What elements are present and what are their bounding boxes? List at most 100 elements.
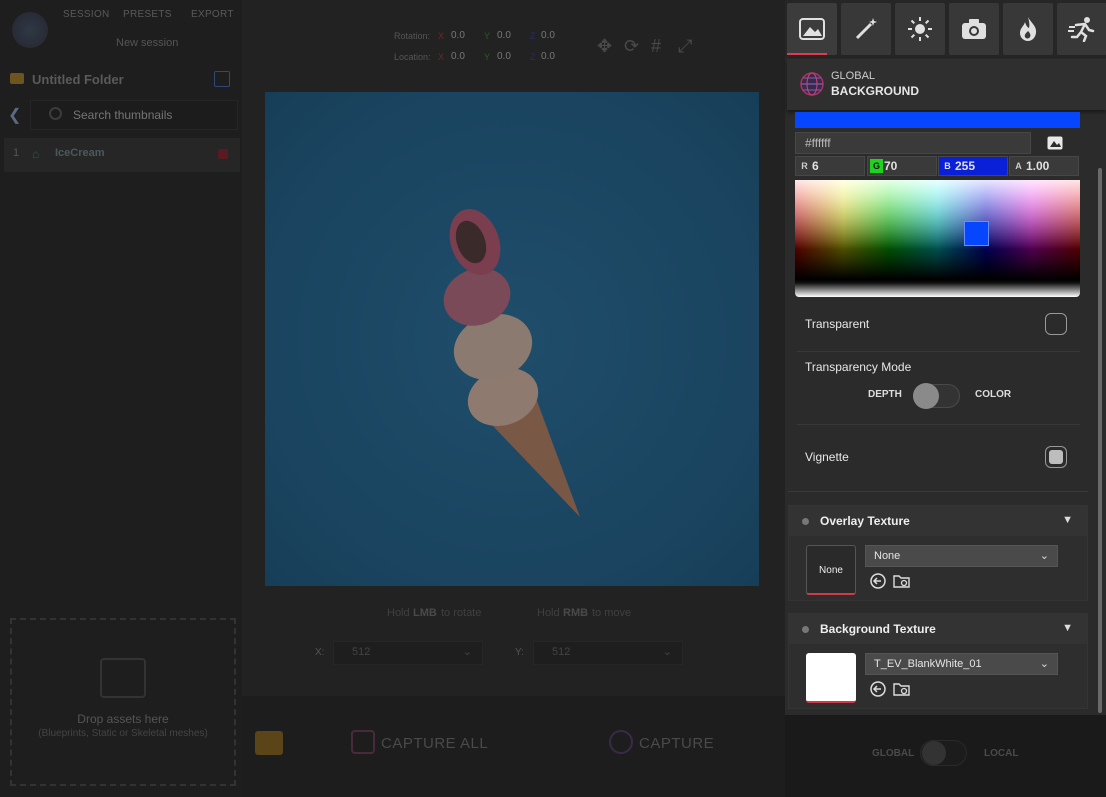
status-dot [802,518,809,525]
house-icon: ⌂ [32,147,40,161]
delete-icon[interactable] [218,149,228,159]
mode-depth-label: DEPTH [868,389,902,400]
grid-icon[interactable]: # [651,36,661,57]
reset-arrow-icon[interactable] [869,680,887,698]
back-arrow-icon[interactable]: ❮ [8,105,21,125]
search-row: ❮ [0,100,242,130]
move-hint-key: RMB [563,607,589,619]
x-res-label: X: [315,647,325,658]
vignette-label: Vignette [805,450,849,464]
blue-channel-field[interactable]: B 255 [938,156,1008,176]
scope-local-label: LOCAL [984,748,1019,759]
location-y-label: Y [484,52,491,62]
edit-icon[interactable] [214,71,230,87]
location-x[interactable]: 0.0 [451,51,465,62]
y-resolution-select[interactable]: 512 ⌄ [533,641,683,665]
dropzone-title: Drop assets here [77,712,169,726]
rotation-y[interactable]: 0.0 [497,30,511,41]
globe-icon [800,72,824,96]
x-resolution-select[interactable]: 512 ⌄ [333,641,483,665]
alpha-channel-field[interactable]: A 1.00 [1009,156,1079,176]
chevron-down-icon: ⌄ [462,646,472,658]
tab-lighting[interactable] [895,3,945,55]
folder-row[interactable]: Untitled Folder [0,66,242,92]
overlay-thumbnail-label: None [819,565,843,576]
rotation-label: Rotation: [394,31,431,41]
background-texture-header[interactable]: Background Texture ▼ [789,614,1087,644]
list-item-index: 1 [13,147,20,159]
browse-folder-icon[interactable] [893,572,911,590]
tab-background[interactable] [787,3,837,55]
tab-fire[interactable] [1003,3,1053,55]
vignette-checkbox[interactable] [1045,446,1067,468]
capture-all-button[interactable]: CAPTURE ALL [381,735,488,752]
tab-animation[interactable] [1057,3,1106,55]
folder-icon[interactable] [255,731,283,755]
fullscreen-icon[interactable]: ⤢ [678,36,692,57]
scope-switch-knob[interactable] [922,741,946,765]
location-z[interactable]: 0.0 [541,51,555,62]
search-input[interactable] [73,108,223,122]
session-name[interactable]: New session [116,37,178,49]
eyedropper-button[interactable] [1040,132,1070,154]
active-tab-indicator [787,53,827,55]
search-box [30,100,238,130]
background-texture-thumbnail[interactable] [806,653,856,703]
section-header: GLOBAL BACKGROUND [787,59,1106,110]
image-icon [799,18,825,40]
tab-effects[interactable] [841,3,891,55]
red-channel-field[interactable]: R 6 [795,156,865,176]
rotation-x[interactable]: 0.0 [451,30,465,41]
red-channel-tag: R [801,161,808,171]
preview-viewport[interactable] [265,92,759,586]
rotate-icon[interactable]: ⟳ [624,36,639,57]
overlay-texture-thumbnail[interactable]: None [806,545,856,595]
reset-arrow-icon[interactable] [869,572,887,590]
overlay-dropdown-value: None [874,550,901,562]
transparency-mode-knob[interactable] [913,383,939,409]
fire-icon [1020,17,1037,41]
capture-all-icon [351,730,375,754]
dropzone-subtitle: (Blueprints, Static or Skeletal meshes) [38,728,208,739]
hex-input[interactable] [796,133,1030,153]
location-y[interactable]: 0.0 [497,51,511,62]
color-spectrum-picker[interactable] [795,180,1080,297]
list-item[interactable]: 1 ⌂ IceCream [4,138,240,172]
chevron-down-icon: ⌄ [1039,550,1049,562]
upload-icon [100,658,146,698]
overlay-texture-header[interactable]: Overlay Texture ▼ [789,506,1087,536]
browse-folder-icon[interactable] [893,680,911,698]
green-channel-field[interactable]: G 70 [867,156,937,176]
rotation-z-label: Z [530,31,536,41]
menu-session[interactable]: SESSION [63,9,110,20]
rotation-z[interactable]: 0.0 [541,30,555,41]
location-z-label: Z [530,52,536,62]
rotation-x-label: X [438,31,445,41]
camera-icon [962,19,986,39]
move-hint-pre: Hold [537,607,560,619]
capture-button[interactable]: CAPTURE [639,735,714,752]
rotate-hint-key: LMB [413,607,437,619]
panel-scrollbar[interactable] [1098,168,1102,713]
overlay-texture-dropdown[interactable]: None ⌄ [865,545,1058,567]
background-texture-title: Background Texture [820,622,936,636]
background-texture-dropdown[interactable]: T_EV_BlankWhite_01 ⌄ [865,653,1058,675]
collapse-arrow-icon: ▼ [1062,514,1073,526]
y-res-label: Y: [515,647,524,658]
menu-export[interactable]: EXPORT [191,9,234,20]
color-picker-cursor[interactable] [964,221,989,246]
hex-field [795,132,1031,154]
asset-dropzone[interactable]: Drop assets here (Blueprints, Static or … [10,618,236,786]
folder-icon [10,73,24,84]
move-icon[interactable]: ✥ [597,36,612,57]
tab-camera[interactable] [949,3,999,55]
rotate-hint-post: to rotate [441,607,482,619]
green-channel-value: 70 [884,159,898,173]
capture-icon [609,730,633,754]
alpha-channel-tag: A [1015,161,1022,171]
transparent-checkbox[interactable] [1045,313,1067,335]
transparency-mode-label: Transparency Mode [805,360,912,374]
color-preview-bar [795,112,1080,128]
menu-presets[interactable]: PRESETS [123,9,172,20]
image-icon [1047,136,1063,150]
